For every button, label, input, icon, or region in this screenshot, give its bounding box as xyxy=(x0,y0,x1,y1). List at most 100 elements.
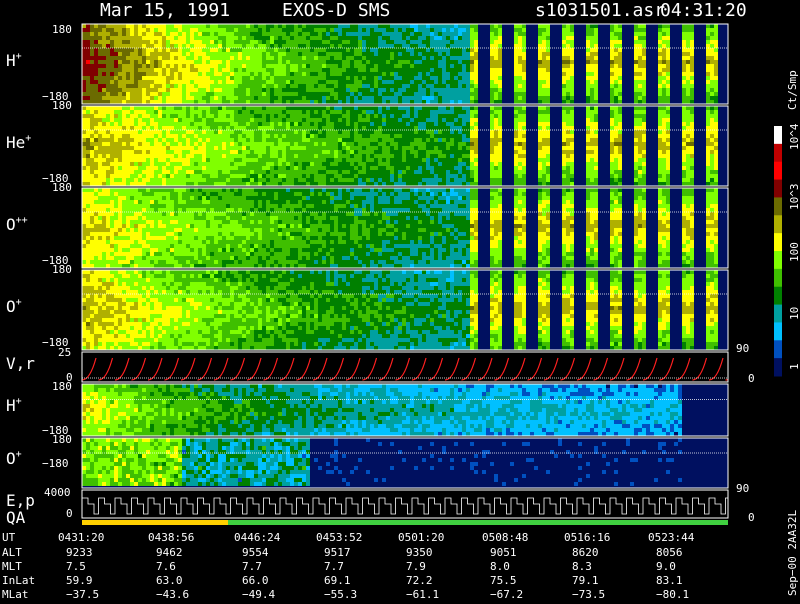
table-cell: 0453:52 xyxy=(316,531,362,544)
table-cell: 9554 xyxy=(242,546,269,559)
row-label-inlat: InLat xyxy=(2,574,35,587)
panel-hplus2-label: H+ xyxy=(6,396,22,415)
table-cell: 0508:48 xyxy=(482,531,528,544)
colorbar-swatch xyxy=(774,322,782,340)
oplus2-ytop: 180 xyxy=(52,433,72,446)
table-cell: −73.5 xyxy=(572,588,605,600)
ep-ytop: 4000 xyxy=(44,486,71,499)
header-filename: s1031501.asr xyxy=(535,0,665,21)
spectrogram-heplus xyxy=(82,106,738,186)
table-cell: −43.6 xyxy=(156,588,189,600)
panel-oplus2-label: O+ xyxy=(6,449,22,468)
table-cell: −37.5 xyxy=(66,588,99,600)
table-cell: 59.9 xyxy=(66,574,93,587)
table-cell: 69.1 xyxy=(324,574,351,587)
row-label-mlt: MLT xyxy=(2,560,22,573)
row-label-ut: UT xyxy=(2,531,16,544)
header-date: Mar 15, 1991 xyxy=(100,0,230,21)
table-cell: 8.3 xyxy=(572,560,592,573)
table-cell: −61.1 xyxy=(406,588,439,600)
vr-rbot: 0 xyxy=(748,372,755,385)
row-label-alt: ALT xyxy=(2,546,22,559)
vr-rtop: 90 xyxy=(736,342,749,355)
colorbar-swatch xyxy=(774,251,782,269)
table-cell: 0438:56 xyxy=(148,531,194,544)
table-cell: 0523:44 xyxy=(648,531,695,544)
colorbar xyxy=(774,126,782,377)
table-cell: 83.1 xyxy=(656,574,683,587)
ep-rbot: 0 xyxy=(748,511,755,524)
table-cell: 8056 xyxy=(656,546,683,559)
footer-vertical-text: Sep−00 2AA32L xyxy=(786,510,799,596)
table-cell: 9462 xyxy=(156,546,183,559)
spectrogram-oplus xyxy=(82,270,738,350)
table-cell: 66.0 xyxy=(242,574,269,587)
colorbar-tick-5: 1 xyxy=(788,363,800,370)
table-cell: 0516:16 xyxy=(564,531,610,544)
table-cell: 7.9 xyxy=(406,560,426,573)
plot-content xyxy=(82,24,740,525)
vr-trace xyxy=(82,352,740,382)
table-cell: 0446:24 xyxy=(234,531,281,544)
spectrogram-hplus2 xyxy=(82,384,738,436)
table-cell: 79.1 xyxy=(572,574,599,587)
hplus-ytop: 180 xyxy=(52,23,72,36)
panel-qa-label: QA xyxy=(6,508,26,527)
ep-ybot: 0 xyxy=(66,507,73,520)
colorbar-swatch xyxy=(774,197,782,215)
table-cell: −67.2 xyxy=(490,588,523,600)
panel-hplus-label: H+ xyxy=(6,51,22,70)
spectrogram-hplus xyxy=(82,24,738,104)
table-cell: −80.1 xyxy=(656,588,689,600)
colorbar-tick-2: 10^3 xyxy=(788,184,800,211)
oplusplus-ytop: 180 xyxy=(52,181,72,194)
table-cell: 9233 xyxy=(66,546,93,559)
table-cell: −55.3 xyxy=(324,588,357,600)
colorbar-tick-3: 100 xyxy=(788,242,800,262)
table-cell: −49.4 xyxy=(242,588,275,600)
table-cell: 7.5 xyxy=(66,560,86,573)
table-cell: 7.7 xyxy=(324,560,344,573)
colorbar-swatch xyxy=(774,162,782,180)
colorbar-swatch xyxy=(774,269,782,287)
table-cell: 9350 xyxy=(406,546,433,559)
table-cell: 63.0 xyxy=(156,574,183,587)
oplus2-ybot: −180 xyxy=(42,457,69,470)
colorbar-swatch xyxy=(774,358,782,376)
oplus-ytop: 180 xyxy=(52,263,72,276)
table-cell: 0431:20 xyxy=(58,531,104,544)
colorbar-tick-1: 10^4 xyxy=(788,123,800,150)
header-instrument: EXOS-D SMS xyxy=(282,0,390,21)
table-cell: 9.0 xyxy=(656,560,676,573)
table-cell: 7.7 xyxy=(242,560,262,573)
table-cell: 9051 xyxy=(490,546,517,559)
table-cell: 9517 xyxy=(324,546,351,559)
colorbar-swatch xyxy=(774,233,782,251)
oplus2-rbot: 90 xyxy=(736,482,749,495)
table-cell: 75.5 xyxy=(490,574,517,587)
panel-oplusplus-label: O++ xyxy=(6,215,28,234)
panel-oplus-label: O+ xyxy=(6,297,22,316)
qa-bar xyxy=(82,520,728,525)
spectrogram-svg: Mar 15, 1991 EXOS-D SMS s1031501.asr 04:… xyxy=(0,0,800,600)
colorbar-unit: Ct/Smp xyxy=(786,70,799,110)
colorbar-swatch xyxy=(774,287,782,305)
vr-ytop: 25 xyxy=(58,346,71,359)
table-cell: 8620 xyxy=(572,546,599,559)
table-cell: 8.0 xyxy=(490,560,510,573)
row-label-mlat: MLat xyxy=(2,588,29,600)
ep-trace xyxy=(82,498,738,514)
header-time: 04:31:20 xyxy=(660,0,747,21)
colorbar-swatch xyxy=(774,305,782,323)
colorbar-tick-4: 10 xyxy=(788,307,800,320)
panel-vr-label: V,r xyxy=(6,354,35,373)
spectrogram-figure: Mar 15, 1991 EXOS-D SMS s1031501.asr 04:… xyxy=(0,0,800,600)
panel-heplus-label: He+ xyxy=(6,133,31,152)
spectrogram-oplus2 xyxy=(82,438,738,488)
colorbar-swatch xyxy=(774,215,782,233)
colorbar-swatch xyxy=(774,180,782,198)
table-cell: 72.2 xyxy=(406,574,433,587)
colorbar-swatch xyxy=(774,340,782,358)
colorbar-swatch xyxy=(774,126,782,144)
colorbar-swatch xyxy=(774,144,782,162)
